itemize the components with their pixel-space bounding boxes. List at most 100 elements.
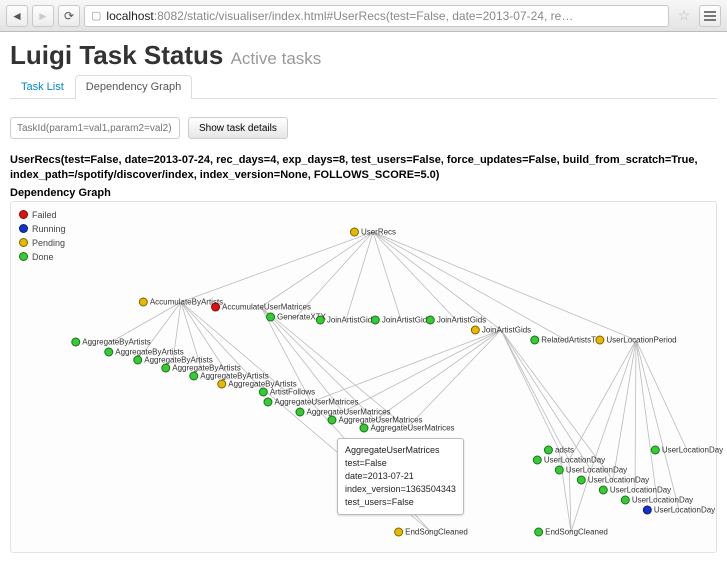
node-label: UserLocationDay	[662, 445, 723, 454]
node-label: UserRecs	[361, 227, 396, 236]
graph-node[interactable]: UserLocationPeriod	[595, 335, 676, 344]
graph-surface[interactable]: UserRecsAccumulateByArtistsAccumulateUse…	[11, 202, 716, 552]
graph-node[interactable]: EndSongCleaned	[394, 527, 468, 536]
tooltip-line: index_version=1363504343	[345, 483, 456, 496]
node-status-dot-icon	[104, 347, 113, 356]
url-path: /static/visualiser/index.html#UserRecs(t…	[184, 9, 574, 23]
page-icon: ▢	[91, 9, 101, 22]
forward-button[interactable]: ►	[32, 5, 54, 27]
node-status-dot-icon	[394, 527, 403, 536]
node-status-dot-icon	[259, 387, 268, 396]
url-port: :8082	[154, 9, 184, 23]
page-body: Luigi Task Status Active tasks Task List…	[0, 32, 727, 578]
graph-node[interactable]: adsts	[544, 445, 574, 454]
node-label: UserLocationDay	[632, 495, 693, 504]
tooltip-line: date=2013-07-21	[345, 470, 456, 483]
page-header: Luigi Task Status Active tasks	[10, 40, 717, 71]
node-label: adsts	[555, 445, 574, 454]
node-status-dot-icon	[359, 423, 368, 432]
node-status-dot-icon	[161, 363, 170, 372]
node-status-dot-icon	[534, 527, 543, 536]
node-label: EndSongCleaned	[545, 527, 608, 536]
tab-bar: Task ListDependency Graph	[10, 75, 717, 99]
address-bar[interactable]: ▢ localhost:8082/static/visualiser/index…	[84, 5, 669, 27]
node-status-dot-icon	[263, 397, 272, 406]
graph-node[interactable]: ArtistFollows	[259, 387, 315, 396]
tab-task-list[interactable]: Task List	[10, 75, 75, 98]
node-label: ArtistFollows	[270, 387, 315, 396]
graph-node[interactable]: EndSongCleaned	[534, 527, 608, 536]
node-label: UserLocationDay	[566, 465, 627, 474]
node-label: JoinArtistGids	[327, 315, 376, 324]
show-details-button[interactable]: Show task details	[188, 117, 288, 139]
node-status-dot-icon	[139, 297, 148, 306]
node-status-dot-icon	[533, 455, 542, 464]
node-label: UserLocationPeriod	[606, 335, 676, 344]
bookmark-star-icon[interactable]: ☆	[673, 5, 695, 27]
node-status-dot-icon	[371, 315, 380, 324]
back-button[interactable]: ◄	[6, 5, 28, 27]
graph-node[interactable]: UserLocationDay	[577, 475, 649, 484]
graph-node[interactable]: AggregateUserMatrices	[359, 423, 454, 432]
node-status-dot-icon	[189, 371, 198, 380]
graph-node[interactable]: UserLocationDay	[599, 485, 671, 494]
node-status-dot-icon	[651, 445, 660, 454]
node-status-dot-icon	[555, 465, 564, 474]
search-row: Show task details	[10, 117, 717, 139]
url-host: localhost	[106, 9, 153, 23]
browser-toolbar: ◄ ► ⟳ ▢ localhost:8082/static/visualiser…	[0, 0, 727, 32]
graph-node[interactable]: AggregateUserMatrices	[263, 397, 358, 406]
node-status-dot-icon	[643, 505, 652, 514]
graph-node[interactable]: JoinArtistGids	[426, 315, 486, 324]
tooltip-line: test_users=False	[345, 496, 456, 509]
page-subtitle: Active tasks	[231, 49, 322, 68]
graph-node[interactable]: RelatedArtistsTC	[530, 335, 601, 344]
node-status-dot-icon	[350, 227, 359, 236]
graph-node[interactable]: UserRecs	[350, 227, 396, 236]
node-status-dot-icon	[266, 312, 275, 321]
node-status-dot-icon	[544, 445, 553, 454]
reload-button[interactable]: ⟳	[58, 5, 80, 27]
graph-node[interactable]: JoinArtistGids	[316, 315, 376, 324]
tooltip-line: test=False	[345, 457, 456, 470]
node-status-dot-icon	[577, 475, 586, 484]
node-label: AggregateByArtists	[82, 337, 150, 346]
node-label: UserLocationDay	[654, 505, 715, 514]
node-status-dot-icon	[599, 485, 608, 494]
dependency-graph-panel: FailedRunningPendingDone UserRecsAccumul…	[10, 201, 717, 553]
graph-node[interactable]: AccumulateUserMatrices	[211, 302, 311, 311]
menu-button[interactable]	[699, 5, 721, 27]
graph-subtitle: Dependency Graph	[10, 187, 717, 199]
graph-node[interactable]: UserLocationDay	[533, 455, 605, 464]
node-status-dot-icon	[217, 379, 226, 388]
task-heading: UserRecs(test=False, date=2013-07-24, re…	[10, 153, 717, 183]
node-status-dot-icon	[327, 415, 336, 424]
node-label: JoinArtistGids	[482, 325, 531, 334]
graph-node[interactable]: UserLocationDay	[555, 465, 627, 474]
node-status-dot-icon	[71, 337, 80, 346]
graph-node[interactable]: AggregateByArtists	[71, 337, 150, 346]
node-tooltip: AggregateUserMatricestest=Falsedate=2013…	[337, 438, 464, 515]
node-label: UserLocationDay	[610, 485, 671, 494]
graph-node[interactable]: UserLocationDay	[643, 505, 715, 514]
page-title: Luigi Task Status Active tasks	[10, 40, 321, 71]
node-status-dot-icon	[295, 407, 304, 416]
node-status-dot-icon	[621, 495, 630, 504]
node-label: UserLocationDay	[588, 475, 649, 484]
node-label: UserLocationDay	[544, 455, 605, 464]
node-status-dot-icon	[595, 335, 604, 344]
node-status-dot-icon	[211, 302, 220, 311]
node-label: JoinArtistGids	[382, 315, 431, 324]
node-status-dot-icon	[530, 335, 539, 344]
node-status-dot-icon	[426, 315, 435, 324]
node-label: RelatedArtistsTC	[541, 335, 601, 344]
graph-node[interactable]: UserLocationDay	[621, 495, 693, 504]
node-label: AggregateUserMatrices	[274, 397, 358, 406]
tooltip-line: AggregateUserMatrices	[345, 444, 456, 457]
tab-dependency-graph[interactable]: Dependency Graph	[75, 75, 192, 99]
graph-node[interactable]: JoinArtistGids	[471, 325, 531, 334]
node-label: AccumulateUserMatrices	[222, 302, 311, 311]
graph-node[interactable]: UserLocationDay	[651, 445, 723, 454]
graph-node[interactable]: JoinArtistGids	[371, 315, 431, 324]
taskid-input[interactable]	[10, 117, 180, 139]
